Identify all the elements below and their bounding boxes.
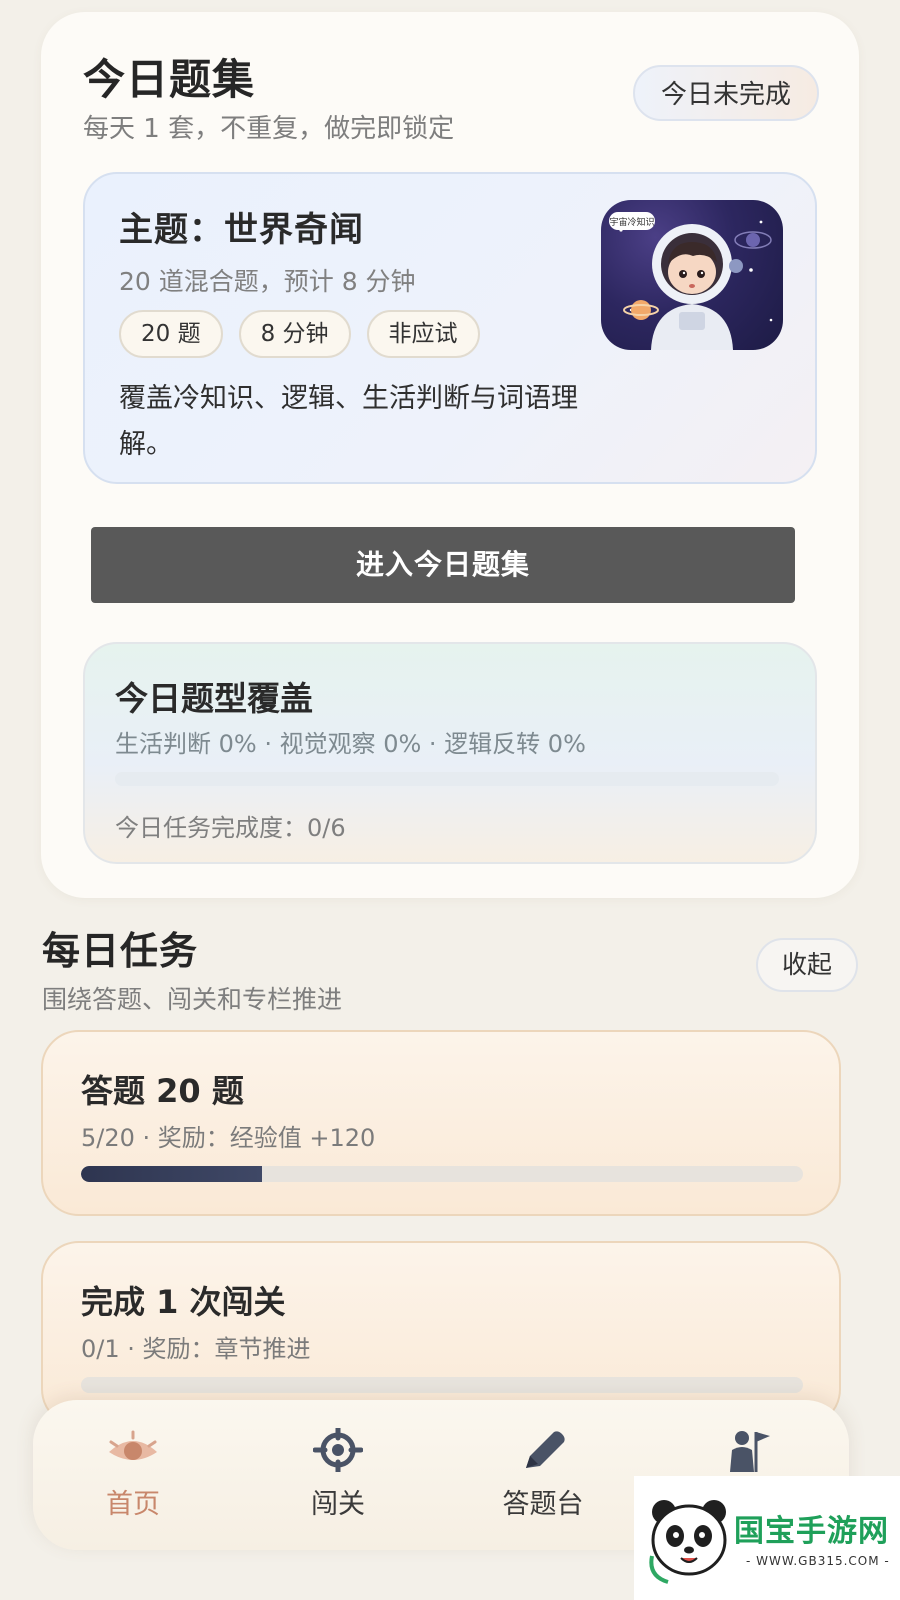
chip-type: 非应试 bbox=[366, 310, 480, 358]
pencil-icon bbox=[526, 1431, 565, 1468]
today-set-card: 今日题集 每天 1 套，不重复，做完即锁定 今日未完成 主题：世界奇闻 20 道… bbox=[41, 12, 859, 898]
coverage-progress-bar bbox=[115, 772, 779, 786]
task-meta: 0/1 · 奖励：章节推进 bbox=[81, 1335, 311, 1363]
today-set-subtitle: 每天 1 套，不重复，做完即锁定 bbox=[83, 114, 455, 144]
nav-item-quiz-desk[interactable]: 答题台 bbox=[463, 1428, 623, 1521]
collapse-button[interactable]: 收起 bbox=[755, 938, 858, 992]
nav-item-profile[interactable] bbox=[669, 1428, 829, 1482]
watermark-text: 国宝手游网 bbox=[734, 1514, 889, 1549]
theme-chips: 20 题 8 分钟 非应试 bbox=[119, 310, 480, 358]
daily-tasks-title: 每日任务 bbox=[42, 929, 199, 973]
crosshair-icon bbox=[313, 1428, 363, 1472]
theme-card[interactable]: 主题：世界奇闻 20 道混合题，预计 8 分钟 20 题 8 分钟 非应试 覆盖… bbox=[83, 172, 817, 484]
speech-bubble-text: 宇宙冷知识 bbox=[609, 216, 654, 228]
coverage-stats: 生活判断 0% · 视觉观察 0% · 逻辑反转 0% bbox=[115, 730, 586, 758]
nav-label-home: 首页 bbox=[106, 1489, 160, 1520]
panda-logo-icon bbox=[649, 1500, 727, 1584]
task-name: 答题 20 题 bbox=[81, 1072, 244, 1110]
theme-body: 覆盖冷知识、逻辑、生活判断与词语理解。 bbox=[119, 383, 578, 460]
site-watermark: 国宝手游网 - WWW.GB315.COM - bbox=[634, 1476, 900, 1600]
person-flag-icon bbox=[730, 1431, 770, 1472]
task-progress-bar bbox=[81, 1166, 803, 1182]
enter-today-set-button[interactable]: 进入今日题集 bbox=[91, 527, 795, 603]
coverage-progress-text: 今日任务完成度：0/6 bbox=[115, 814, 346, 842]
nav-item-challenge[interactable]: 闯关 bbox=[258, 1428, 418, 1521]
coverage-card: 今日题型覆盖 生活判断 0% · 视觉观察 0% · 逻辑反转 0% 今日任务完… bbox=[83, 642, 817, 864]
nav-item-home[interactable]: 首页 bbox=[53, 1428, 213, 1521]
chip-question-count: 20 题 bbox=[119, 310, 223, 358]
eye-icon bbox=[109, 1430, 157, 1460]
task-card[interactable]: 答题 20 题 5/20 · 奖励：经验值 +120 bbox=[41, 1030, 841, 1216]
task-progress-fill bbox=[81, 1166, 262, 1182]
daily-tasks-subtitle: 围绕答题、闯关和专栏推进 bbox=[42, 985, 343, 1014]
task-progress-bar bbox=[81, 1377, 803, 1393]
nav-label-challenge: 闯关 bbox=[311, 1489, 365, 1520]
astronaut-illustration: 宇宙冷知识 bbox=[601, 200, 783, 350]
task-name: 完成 1 次闯关 bbox=[81, 1283, 286, 1321]
watermark-url: - WWW.GB315.COM - bbox=[746, 1554, 890, 1568]
today-set-title: 今日题集 bbox=[83, 55, 256, 104]
task-meta: 5/20 · 奖励：经验值 +120 bbox=[81, 1124, 376, 1152]
chip-duration: 8 分钟 bbox=[238, 310, 351, 358]
status-badge: 今日未完成 bbox=[632, 65, 819, 121]
theme-title: 主题：世界奇闻 bbox=[119, 210, 364, 250]
nav-label-quiz-desk: 答题台 bbox=[502, 1489, 584, 1520]
theme-description: 20 道混合题，预计 8 分钟 bbox=[119, 267, 416, 296]
coverage-title: 今日题型覆盖 bbox=[115, 679, 313, 718]
